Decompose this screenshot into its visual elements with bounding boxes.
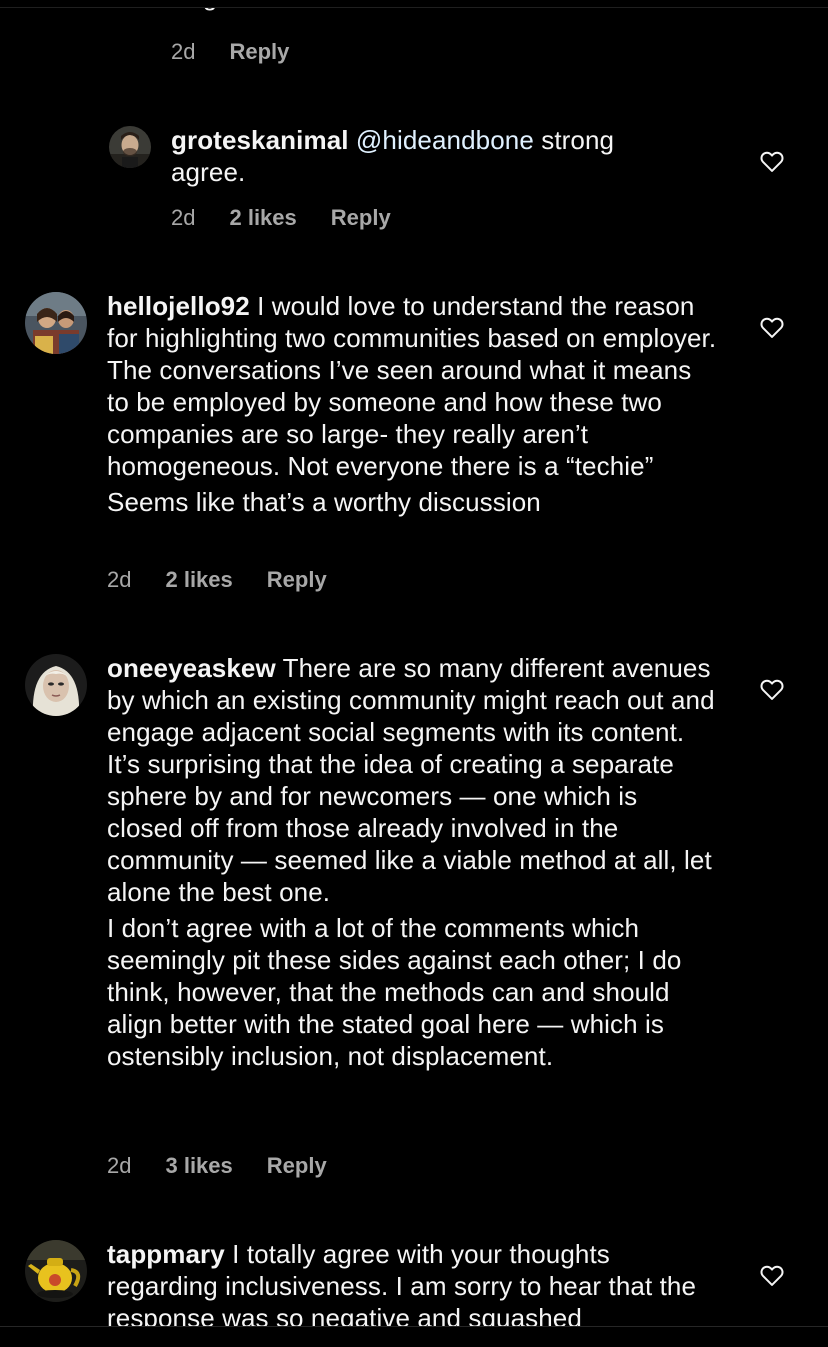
bottom-edge	[0, 1326, 828, 1347]
comment-meta: 2d Reply	[171, 38, 289, 66]
comment-body: hellojello92 I would love to understand …	[107, 290, 719, 518]
comment-username[interactable]: hellojello92	[107, 291, 250, 321]
heart-outline-icon[interactable]	[758, 675, 786, 703]
heart-outline-icon[interactable]	[758, 1261, 786, 1289]
comment-username[interactable]: groteskanimal	[171, 125, 349, 155]
avatar-image	[25, 1240, 87, 1302]
likes-count[interactable]: 3 likes	[165, 1152, 232, 1180]
avatar[interactable]	[25, 292, 87, 354]
reply-button[interactable]: Reply	[229, 38, 289, 66]
comment-time: 2d	[107, 567, 132, 592]
comment-meta: 2d 3 likes Reply	[107, 1152, 327, 1180]
comment-body: groteskanimal @hideandbone strong agree.	[171, 124, 691, 188]
avatar-image	[109, 126, 151, 168]
heart-outline-icon[interactable]	[758, 147, 786, 175]
comment-text-continuation: Seems like that’s a worthy discussion	[107, 487, 541, 517]
avatar-image	[25, 654, 87, 716]
comment-text: There are so many different avenues by w…	[107, 653, 715, 907]
comment-body: tappmary I totally agree with your thoug…	[107, 1238, 719, 1334]
likes-count[interactable]: 2 likes	[229, 204, 296, 232]
reply-button[interactable]: Reply	[267, 566, 327, 594]
avatar[interactable]	[109, 126, 151, 168]
comment-time: 2d	[107, 1153, 132, 1178]
comment-username[interactable]: oneeyeaskew	[107, 653, 276, 683]
top-edge	[0, 0, 828, 8]
comment-body: oneeyeaskew There are so many different …	[107, 652, 719, 1072]
avatar[interactable]	[25, 654, 87, 716]
comment-mention[interactable]: @hideandbone	[356, 125, 534, 155]
comment-meta: 2d 2 likes Reply	[107, 566, 327, 594]
avatar-image	[25, 292, 87, 354]
heart-outline-icon[interactable]	[758, 313, 786, 341]
reply-button[interactable]: Reply	[331, 204, 391, 232]
likes-count[interactable]: 2 likes	[165, 566, 232, 594]
comment-time: 2d	[171, 205, 196, 230]
reply-button[interactable]: Reply	[267, 1152, 327, 1180]
comment-meta: 2d 2 likes Reply	[171, 204, 391, 232]
comment-username[interactable]: tappmary	[107, 1239, 225, 1269]
comment-text-continuation: I don’t agree with a lot of the comments…	[107, 913, 682, 1071]
avatar[interactable]	[25, 1240, 87, 1302]
comment-time: 2d	[171, 39, 196, 64]
